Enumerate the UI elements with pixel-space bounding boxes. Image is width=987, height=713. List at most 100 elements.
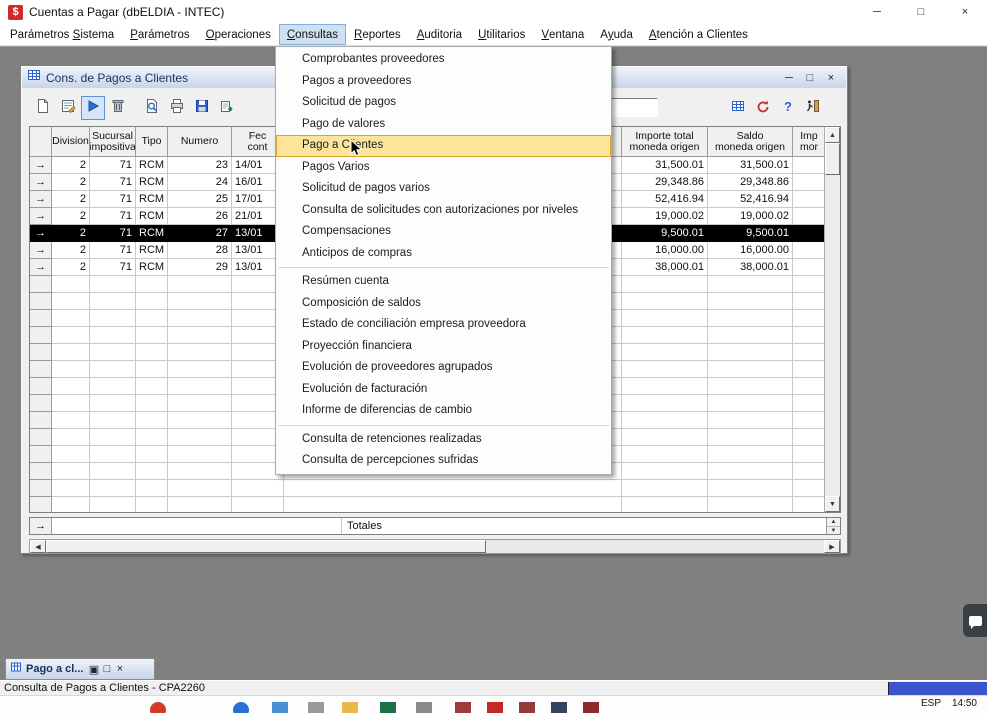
cell-saldo (708, 293, 793, 310)
minimized-window-pago[interactable]: Pago a cl... ▣ □ × (5, 658, 155, 680)
menu-item-solicitud-de-pagos-varios[interactable]: Solicitud de pagos varios (276, 178, 611, 200)
menubar-item-ventana[interactable]: Ventana (533, 24, 592, 45)
menubar-item-utilitarios[interactable]: Utilitarios (470, 24, 533, 45)
cell-importe: 52,416.94 (622, 191, 708, 208)
scroll-down-icon[interactable]: ▼ (825, 496, 840, 512)
minimized-restore-button[interactable]: ▣ (87, 663, 100, 676)
menu-item-comprobantes-proveedores[interactable]: Comprobantes proveedores (276, 49, 611, 71)
menu-item-evoluci-n-de-facturaci-n[interactable]: Evolución de facturación (276, 379, 611, 401)
cell-saldo (708, 497, 793, 512)
taskbar-app-icon[interactable] (551, 702, 567, 713)
maximize-button[interactable]: □ (899, 0, 943, 24)
child-minimize-button[interactable]: ─ (782, 72, 796, 84)
close-button[interactable]: × (943, 0, 987, 24)
menu-item-res-men-cuenta[interactable]: Resúmen cuenta (276, 271, 611, 293)
taskbar-app-icon[interactable] (487, 702, 503, 713)
menu-item-proyecci-n-financiera[interactable]: Proyección financiera (276, 336, 611, 358)
menubar-item-consultas[interactable]: Consultas (279, 24, 346, 45)
exit-button[interactable] (801, 96, 825, 120)
menu-item-consulta-de-retenciones-realizadas[interactable]: Consulta de retenciones realizadas (276, 429, 611, 451)
taskbar-app-icon[interactable] (342, 702, 358, 713)
export-button[interactable] (215, 96, 239, 120)
menu-item-pago-de-valores[interactable]: Pago de valores (276, 114, 611, 136)
language-indicator[interactable]: ESP (921, 698, 941, 709)
grid-view-button[interactable] (726, 96, 750, 120)
help-button[interactable]: ? (776, 96, 800, 120)
child-maximize-button[interactable]: □ (803, 72, 817, 84)
scroll-left-icon[interactable]: ◀ (30, 540, 46, 553)
new-record-button[interactable] (31, 96, 55, 120)
taskbar-app-icon[interactable] (308, 702, 324, 713)
taskbar-app-icon[interactable] (455, 702, 471, 713)
preview-button[interactable] (140, 96, 164, 120)
taskbar-app-icon[interactable] (150, 702, 166, 713)
horizontal-scroll-thumb[interactable] (46, 540, 486, 553)
column-header-sel[interactable] (30, 127, 52, 157)
menu-item-consulta-de-percepciones-sufridas[interactable]: Consulta de percepciones sufridas (276, 450, 611, 472)
minimize-button[interactable]: ─ (855, 0, 899, 24)
menubar-item-par-metros-sistema[interactable]: Parámetros Sistema (2, 24, 122, 45)
cell-saldo: 31,500.01 (708, 157, 793, 174)
column-header-division[interactable]: Division (52, 127, 90, 157)
minimized-close-button[interactable]: × (113, 663, 126, 675)
menu-item-solicitud-de-pagos[interactable]: Solicitud de pagos (276, 92, 611, 114)
cell-tipo: RCM (136, 174, 168, 191)
cell-numero (168, 293, 232, 310)
horizontal-scrollbar[interactable]: ◀ ▶ (29, 539, 841, 554)
vertical-scrollbar[interactable]: ▲ ▼ (824, 127, 840, 512)
menu-item-estado-de-conciliaci-n-empresa-proveedora[interactable]: Estado de conciliación empresa proveedor… (276, 314, 611, 336)
print-button[interactable] (165, 96, 189, 120)
menubar-item-atenci-n-a-clientes[interactable]: Atención a Clientes (641, 24, 756, 45)
menu-item-evoluci-n-de-proveedores-agrupados[interactable]: Evolución de proveedores agrupados (276, 357, 611, 379)
column-header-numero[interactable]: Numero (168, 127, 232, 157)
menu-item-pago-a-clientes[interactable]: Pago a Clientes (276, 135, 611, 157)
menubar-item-operaciones[interactable]: Operaciones (198, 24, 279, 45)
clock[interactable]: 14:50 (952, 698, 977, 709)
taskbar-app-icon[interactable] (519, 702, 535, 713)
refresh-button[interactable] (751, 96, 775, 120)
menubar-item-ayuda[interactable]: Ayuda (592, 24, 641, 45)
column-header-tipo[interactable]: Tipo (136, 127, 168, 157)
status-text: Consulta de Pagos a Clientes - CPA2260 (4, 682, 205, 694)
cell-numero: 28 (168, 242, 232, 259)
menubar-item-par-metros[interactable]: Parámetros (122, 24, 197, 45)
menu-item-pagos-varios[interactable]: Pagos Varios (276, 157, 611, 179)
taskbar-app-icon[interactable] (233, 702, 249, 713)
menubar-item-reportes[interactable]: Reportes (346, 24, 409, 45)
cell-division (52, 429, 90, 446)
cell-sucursal (90, 429, 136, 446)
menu-item-pagos-a-proveedores[interactable]: Pagos a proveedores (276, 71, 611, 93)
minimized-maximize-button[interactable]: □ (100, 663, 113, 675)
cell-tipo (136, 480, 168, 497)
menu-bar: Parámetros SistemaParámetrosOperacionesC… (0, 24, 987, 46)
scroll-right-icon[interactable]: ▶ (824, 540, 840, 553)
run-query-button[interactable] (81, 96, 105, 120)
taskbar-app-icon[interactable] (380, 702, 396, 713)
cell-tipo: RCM (136, 191, 168, 208)
delete-record-button[interactable] (106, 96, 130, 120)
menubar-item-auditoria[interactable]: Auditoria (409, 24, 470, 45)
cell-sucursal (90, 310, 136, 327)
vertical-scroll-thumb[interactable] (825, 143, 840, 175)
menu-item-compensaciones[interactable]: Compensaciones (276, 221, 611, 243)
taskbar-app-icon[interactable] (583, 702, 599, 713)
cell-saldo (708, 276, 793, 293)
scroll-up-icon[interactable]: ▲ (825, 127, 840, 143)
child-close-button[interactable]: × (824, 72, 838, 84)
taskbar-app-icon[interactable] (272, 702, 288, 713)
edit-record-button[interactable] (56, 96, 80, 120)
cell-tipo: RCM (136, 242, 168, 259)
column-header-importe[interactable]: Importe totalmoneda origen (622, 127, 708, 157)
save-button[interactable] (190, 96, 214, 120)
menu-item-anticipos-de-compras[interactable]: Anticipos de compras (276, 243, 611, 265)
taskbar-app-icon[interactable] (416, 702, 432, 713)
menu-item-informe-de-diferencias-de-cambio[interactable]: Informe de diferencias de cambio (276, 400, 611, 422)
totales-spinner[interactable]: ▲▼ (826, 518, 840, 534)
chat-helper-widget[interactable] (963, 604, 987, 637)
menu-item-composici-n-de-saldos[interactable]: Composición de saldos (276, 293, 611, 315)
column-header-sucursal[interactable]: Sucursalimpositiva (90, 127, 136, 157)
column-header-imp[interactable]: Impmor (793, 127, 824, 157)
menu-item-consulta-de-solicitudes-con-autorizaciones-por-niveles[interactable]: Consulta de solicitudes con autorizacion… (276, 200, 611, 222)
cell-sucursal: 71 (90, 242, 136, 259)
column-header-saldo[interactable]: Saldomoneda origen (708, 127, 793, 157)
